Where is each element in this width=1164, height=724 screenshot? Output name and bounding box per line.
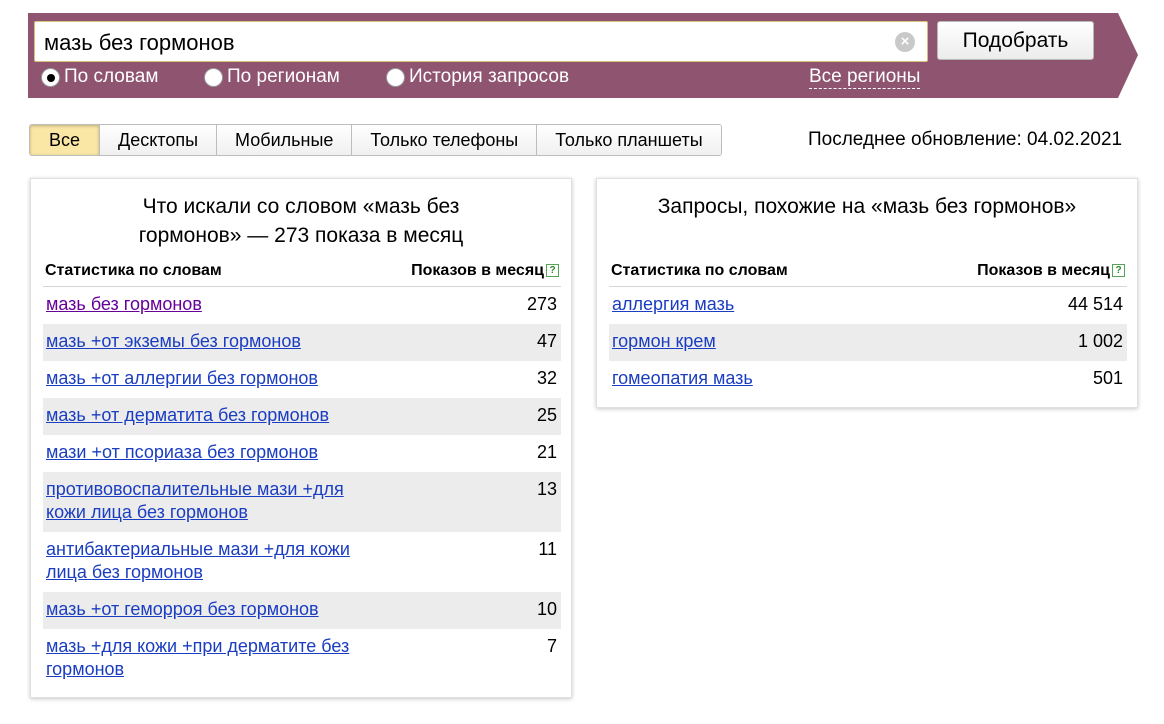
tab-mobile[interactable]: Мобильные xyxy=(217,125,353,155)
query-link-line[interactable]: гомеопатия мазь xyxy=(612,368,753,388)
table-row: антибактериальные мази +для кожи лица без… xyxy=(43,532,561,592)
impressions-count: 1 002 xyxy=(1077,331,1123,351)
query-link-line[interactable]: аллергия мазь xyxy=(612,294,734,314)
similar-queries-table: аллергия мазь 44 514 гормон крем 1 002 гомео… xyxy=(609,287,1127,398)
table-row: аллергия мазь 44 514 xyxy=(609,287,1127,324)
panel-title-line2: гормонов» — 273 показа в месяц xyxy=(138,224,464,247)
similar-queries-panel: Запросы, похожие на «мазь без гормонов» … xyxy=(596,178,1138,408)
impressions-count: 7 xyxy=(546,636,557,656)
impressions-count: 501 xyxy=(1092,368,1123,388)
query-link[interactable]: аллергия мазь xyxy=(612,293,734,316)
column-header-count: Показов в месяц? xyxy=(411,262,559,280)
query-link[interactable]: антибактериальные мази +для кожи лица без… xyxy=(46,538,350,584)
tab-tablets-only[interactable]: Только планшеты xyxy=(537,125,721,155)
query-link-line[interactable]: мазь +от дерматита без гормонов xyxy=(46,405,329,425)
device-tabs: Все Десктопы Мобильные Только телефоны Т… xyxy=(29,124,722,156)
query-link[interactable]: мазь без гормонов xyxy=(46,293,202,316)
query-link-line[interactable]: мазь +от геморроя без гормонов xyxy=(46,599,319,619)
impressions-count: 47 xyxy=(536,331,557,351)
table-row: мазь +для кожи +при дерматите без гормоно… xyxy=(43,629,561,689)
column-header-phrase: Статистика по словам xyxy=(45,262,222,279)
search-input-value[interactable]: мазь без гормонов xyxy=(44,30,235,56)
query-link-line[interactable]: мазь +от аллергии без гормонов xyxy=(46,368,318,388)
table-row: мазь без гормонов 273 xyxy=(43,287,561,324)
help-icon[interactable]: ? xyxy=(546,264,559,277)
table-row: мазь +от аллергии без гормонов 32 xyxy=(43,361,561,398)
tab-desktops[interactable]: Десктопы xyxy=(100,125,218,155)
radio-by-regions[interactable]: По регионам xyxy=(204,66,340,88)
query-link[interactable]: мазь +от экземы без гормонов xyxy=(46,330,301,353)
query-link[interactable]: мазь +от дерматита без гормонов xyxy=(46,404,329,427)
column-header-phrase: Статистика по словам xyxy=(611,262,788,279)
radio-selected-icon[interactable] xyxy=(41,67,60,87)
impressions-count: 11 xyxy=(538,539,557,559)
column-header-count: Показов в месяц? xyxy=(977,262,1125,280)
table-row: мазь +от экземы без гормонов 47 xyxy=(43,324,561,361)
query-link[interactable]: мазь +для кожи +при дерматите без гормоно… xyxy=(46,635,349,681)
impressions-count: 44 514 xyxy=(1067,294,1123,314)
query-link-line[interactable]: мази +от псориаза без гормонов xyxy=(46,442,318,462)
words-table: мазь без гормонов 273 мазь +от экземы без … xyxy=(43,287,561,689)
query-link[interactable]: гормон крем xyxy=(612,330,716,353)
panel-title: Запросы, похожие на «мазь без гормонов» xyxy=(657,195,1077,218)
table-row: гормон крем 1 002 xyxy=(609,324,1127,361)
query-link-line[interactable]: мазь +от экземы без гормонов xyxy=(46,331,301,351)
search-input[interactable]: мазь без гормонов × xyxy=(34,21,928,62)
search-band: мазь без гормонов × Подобрать По словам … xyxy=(28,13,1138,98)
radio-icon[interactable] xyxy=(386,67,405,87)
query-link[interactable]: мазь +от геморроя без гормонов xyxy=(46,598,319,621)
all-regions-link[interactable]: Все регионы xyxy=(809,66,921,89)
impressions-count: 25 xyxy=(536,405,557,425)
radio-icon[interactable] xyxy=(204,67,223,87)
query-link-line[interactable]: мазь +для кожи +при дерматите без xyxy=(46,636,349,656)
radio-label[interactable]: История запросов xyxy=(409,66,569,88)
table-row: гомеопатия мазь 501 xyxy=(609,361,1127,398)
last-update-text: Последнее обновление: 04.02.2021 xyxy=(808,129,1123,150)
table-row: противовоспалительные мази +для кожи лица… xyxy=(43,472,561,532)
submit-button[interactable]: Подобрать xyxy=(937,21,1094,60)
query-link-line[interactable]: мазь без гормонов xyxy=(46,294,202,314)
impressions-count: 13 xyxy=(536,479,557,499)
query-link-line[interactable]: антибактериальные мази +для кожи xyxy=(46,539,350,559)
radio-label[interactable]: По регионам xyxy=(227,66,340,88)
impressions-count: 21 xyxy=(536,442,557,462)
query-link-line[interactable]: гормон крем xyxy=(612,331,716,351)
panel-title-line1: Что искали со словом «мазь без xyxy=(142,195,460,218)
table-row: мази +от псориаза без гормонов 21 xyxy=(43,435,561,472)
impressions-count: 10 xyxy=(536,599,557,619)
impressions-count: 32 xyxy=(536,368,557,388)
query-link-line[interactable]: противовоспалительные мази +для xyxy=(46,479,344,499)
query-link-line[interactable]: кожи лица без гормонов xyxy=(46,502,248,522)
query-link[interactable]: противовоспалительные мази +для кожи лица… xyxy=(46,478,344,524)
query-link[interactable]: мази +от псориаза без гормонов xyxy=(46,441,318,464)
column-header-count-label: Показов в месяц xyxy=(411,262,544,279)
query-link[interactable]: гомеопатия мазь xyxy=(612,367,753,390)
radio-history[interactable]: История запросов xyxy=(386,66,569,88)
words-stat-panel: Что искали со словом «мазь без гормонов»… xyxy=(30,178,572,698)
tab-all[interactable]: Все xyxy=(30,125,101,155)
impressions-count: 273 xyxy=(526,294,557,314)
tab-phones-only[interactable]: Только телефоны xyxy=(352,125,538,155)
column-header-count-label: Показов в месяц xyxy=(977,262,1110,279)
table-row: мазь +от геморроя без гормонов 10 xyxy=(43,592,561,629)
query-link-line[interactable]: лица без гормонов xyxy=(46,562,203,582)
clear-icon[interactable]: × xyxy=(895,32,915,52)
radio-label[interactable]: По словам xyxy=(64,66,158,88)
help-icon[interactable]: ? xyxy=(1112,264,1125,277)
query-link-line[interactable]: гормонов xyxy=(46,659,124,679)
table-row: мазь +от дерматита без гормонов 25 xyxy=(43,398,561,435)
query-link[interactable]: мазь +от аллергии без гормонов xyxy=(46,367,318,390)
radio-by-words[interactable]: По словам xyxy=(41,66,158,88)
